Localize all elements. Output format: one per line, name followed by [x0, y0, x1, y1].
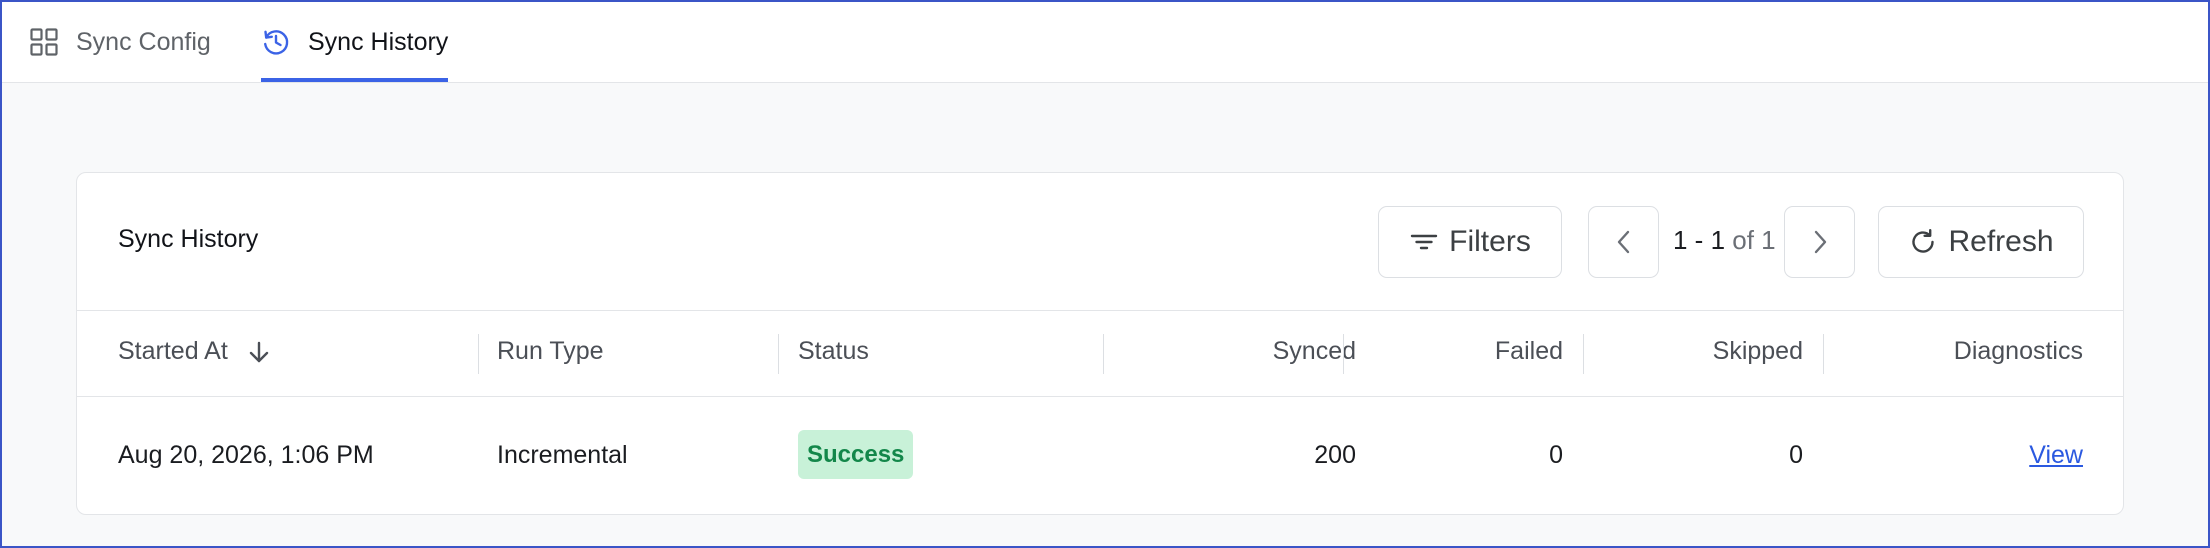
- column-divider[interactable]: [1103, 334, 1104, 374]
- pagination-status: 1 - 1 of 1: [1673, 225, 1776, 256]
- table-row: Aug 20, 2026, 1:06 PM Incremental Succes…: [77, 397, 2123, 515]
- history-icon: [261, 27, 291, 57]
- column-divider[interactable]: [778, 334, 779, 374]
- arrow-down-icon: [246, 339, 272, 365]
- column-divider[interactable]: [478, 334, 479, 374]
- column-label: Started At: [118, 337, 228, 365]
- chevron-left-icon: [1612, 227, 1636, 257]
- column-divider[interactable]: [1823, 334, 1824, 374]
- column-started-at[interactable]: Started At: [118, 337, 272, 366]
- table-header: Started At Run Type Status Synced Failed…: [77, 310, 2123, 397]
- cell-started-at: Aug 20, 2026, 1:06 PM: [118, 441, 374, 469]
- refresh-label: Refresh: [1948, 225, 2054, 258]
- column-status[interactable]: Status: [798, 337, 869, 366]
- filter-icon: [1409, 227, 1439, 257]
- grid-icon: [29, 27, 59, 57]
- cell-run-type: Incremental: [497, 441, 628, 469]
- tab-sync-history[interactable]: Sync History: [261, 2, 449, 82]
- column-skipped[interactable]: Skipped: [1713, 337, 1803, 366]
- card-title: Sync History: [118, 225, 259, 253]
- cell-skipped: 0: [1789, 441, 1803, 469]
- refresh-button[interactable]: Refresh: [1878, 206, 2084, 278]
- filters-label: Filters: [1449, 225, 1531, 258]
- column-diagnostics: Diagnostics: [1953, 337, 2083, 365]
- pagination-range: 1 - 1: [1673, 225, 1726, 255]
- cell-synced: 200: [1314, 441, 1356, 469]
- filters-button[interactable]: Filters: [1378, 206, 1562, 278]
- tab-label: Sync Config: [76, 27, 211, 56]
- next-page-button[interactable]: [1784, 206, 1855, 278]
- status-badge: Success: [798, 430, 914, 479]
- column-failed[interactable]: Failed: [1495, 337, 1563, 366]
- tab-bar: Sync Config Sync History: [2, 2, 2208, 83]
- refresh-icon: [1908, 227, 1938, 257]
- sync-history-card: Sync History Filters 1 - 1 of 1 Refresh …: [76, 172, 2124, 515]
- column-divider[interactable]: [1583, 334, 1584, 374]
- prev-page-button[interactable]: [1588, 206, 1659, 278]
- pagination-total: of 1: [1732, 225, 1776, 255]
- chevron-right-icon: [1808, 227, 1832, 257]
- tab-sync-config[interactable]: Sync Config: [29, 2, 211, 82]
- card-header: Sync History Filters 1 - 1 of 1 Refresh: [77, 173, 2123, 311]
- tab-label: Sync History: [308, 27, 449, 56]
- column-run-type[interactable]: Run Type: [497, 337, 604, 366]
- column-divider[interactable]: [1343, 334, 1344, 374]
- view-diagnostics-link[interactable]: View: [2029, 441, 2083, 470]
- app-frame: Sync Config Sync History Sync History Fi…: [0, 0, 2210, 548]
- cell-failed: 0: [1549, 441, 1563, 469]
- active-tab-indicator: [261, 78, 449, 82]
